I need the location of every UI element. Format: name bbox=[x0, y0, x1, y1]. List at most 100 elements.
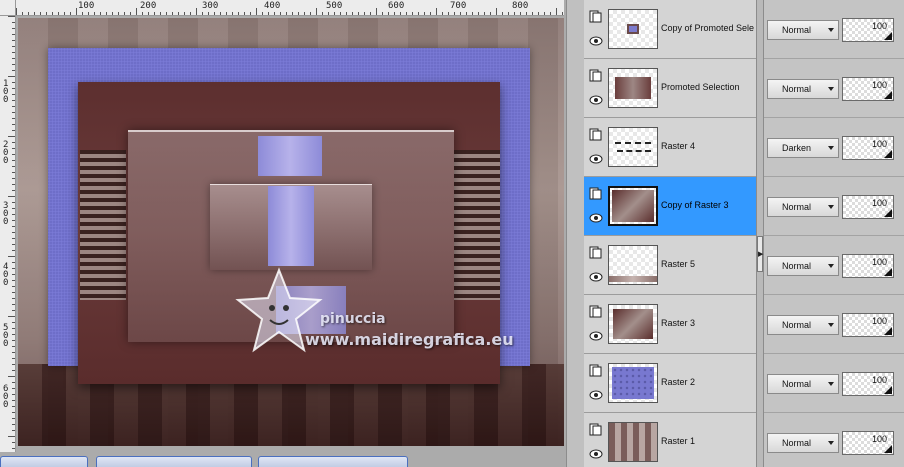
blend-mode-value: Normal bbox=[782, 261, 812, 271]
opacity-control[interactable]: 100 bbox=[842, 431, 894, 455]
layer-link-icon[interactable] bbox=[589, 364, 602, 377]
ruler-tick bbox=[178, 12, 179, 15]
layer-row[interactable]: Raster 5 bbox=[584, 236, 756, 295]
eye-icon[interactable] bbox=[589, 449, 603, 459]
blend-mode-dropdown[interactable]: Normal bbox=[767, 79, 839, 99]
layer-row[interactable]: Promoted Selection bbox=[584, 59, 756, 118]
image-right-decoration bbox=[454, 150, 500, 300]
layer-row[interactable]: Raster 4 bbox=[584, 118, 756, 177]
panel-splitter[interactable] bbox=[756, 0, 764, 467]
blend-mode-dropdown[interactable]: Normal bbox=[767, 197, 839, 217]
horizontal-ruler: 100 200 300 400 500 600 700 800 bbox=[16, 0, 564, 16]
ruler-tick bbox=[12, 130, 15, 131]
ruler-tick bbox=[220, 12, 221, 15]
ruler-tick bbox=[184, 12, 185, 15]
ruler-tick bbox=[286, 12, 287, 15]
canvas-image[interactable]: pinuccia www.maidiregrafica.eu bbox=[18, 18, 564, 446]
layer-link-icon[interactable] bbox=[589, 187, 602, 200]
blend-mode-dropdown[interactable]: Normal bbox=[767, 20, 839, 40]
chevron-down-icon bbox=[828, 146, 834, 150]
layer-link-icon[interactable] bbox=[589, 423, 602, 436]
ruler-tick bbox=[556, 8, 557, 15]
ruler-tick bbox=[136, 8, 137, 15]
ruler-tick bbox=[12, 418, 15, 419]
eye-icon[interactable] bbox=[589, 36, 603, 46]
ruler-tick bbox=[466, 12, 467, 15]
ruler-tick bbox=[12, 352, 15, 353]
ruler-tick bbox=[12, 304, 15, 305]
ruler-tick bbox=[12, 124, 15, 125]
eye-icon[interactable] bbox=[589, 154, 603, 164]
ruler-tick bbox=[12, 442, 15, 443]
ruler-tick bbox=[304, 12, 305, 15]
opacity-control[interactable]: 100 bbox=[842, 136, 894, 160]
ruler-tick bbox=[22, 12, 23, 15]
ruler-tick bbox=[346, 12, 347, 15]
layer-name: Raster 1 bbox=[661, 436, 696, 446]
opacity-control[interactable]: 100 bbox=[842, 372, 894, 396]
expand-arrow-icon[interactable]: ▶ bbox=[758, 250, 763, 258]
blend-mode-dropdown[interactable]: Normal bbox=[767, 256, 839, 276]
ruler-tick bbox=[12, 448, 15, 449]
layer-row[interactable]: Raster 1 bbox=[584, 413, 756, 467]
ruler-tick bbox=[12, 88, 15, 89]
ruler-tick bbox=[12, 274, 15, 275]
layer-link-icon[interactable] bbox=[589, 69, 602, 82]
opacity-control[interactable]: 100 bbox=[842, 77, 894, 101]
ruler-tick bbox=[12, 292, 15, 293]
ruler-tick bbox=[124, 12, 125, 15]
eye-icon[interactable] bbox=[589, 213, 603, 223]
blend-mode-dropdown[interactable]: Darken bbox=[767, 138, 839, 158]
ruler-tick bbox=[508, 12, 509, 15]
blend-mode-dropdown[interactable]: Normal bbox=[767, 374, 839, 394]
ruler-tick bbox=[190, 12, 191, 15]
blend-mode-dropdown[interactable]: Normal bbox=[767, 315, 839, 335]
eye-icon[interactable] bbox=[589, 95, 603, 105]
layer-name: Raster 2 bbox=[661, 377, 696, 387]
blend-mode-dropdown[interactable]: Normal bbox=[767, 433, 839, 453]
ruler-tick bbox=[12, 202, 15, 203]
layer-link-icon[interactable] bbox=[589, 128, 602, 141]
layer-row[interactable]: Raster 3 bbox=[584, 295, 756, 354]
opacity-control[interactable]: 100 bbox=[842, 18, 894, 42]
ruler-tick bbox=[46, 12, 47, 15]
ruler-tick bbox=[196, 8, 197, 15]
ruler-tick bbox=[244, 12, 245, 15]
layer-row[interactable]: Copy of Promoted Sele bbox=[584, 0, 756, 59]
ruler-label: 400 bbox=[3, 262, 9, 288]
document-tab[interactable] bbox=[96, 456, 252, 467]
layers-panel: Copy of Promoted Sele Promoted Selection R… bbox=[584, 0, 756, 467]
ruler-tick bbox=[238, 12, 239, 15]
document-tab[interactable] bbox=[0, 456, 88, 467]
eye-icon[interactable] bbox=[589, 272, 603, 282]
ruler-tick bbox=[154, 12, 155, 15]
ruler-tick bbox=[460, 12, 461, 15]
ruler-tick bbox=[268, 12, 269, 15]
opacity-slider-icon bbox=[884, 32, 892, 40]
ruler-tick bbox=[502, 12, 503, 15]
layer-link-icon[interactable] bbox=[589, 305, 602, 318]
layer-link-icon[interactable] bbox=[589, 10, 602, 23]
opacity-control[interactable]: 100 bbox=[842, 313, 894, 337]
ruler-tick bbox=[12, 430, 15, 431]
layer-row[interactable]: Copy of Raster 3 bbox=[584, 177, 756, 236]
chevron-down-icon bbox=[828, 323, 834, 327]
ruler-tick bbox=[12, 100, 15, 101]
ruler-tick bbox=[550, 12, 551, 15]
opacity-slider-icon bbox=[884, 445, 892, 453]
opacity-control[interactable]: 100 bbox=[842, 195, 894, 219]
opacity-control[interactable]: 100 bbox=[842, 254, 894, 278]
layer-name: Copy of Promoted Sele bbox=[661, 23, 755, 33]
canvas-scrollbar[interactable] bbox=[566, 0, 584, 467]
ruler-tick bbox=[166, 12, 167, 15]
layer-thumbnail bbox=[608, 363, 658, 403]
opacity-slider-icon bbox=[884, 209, 892, 217]
ruler-tick bbox=[538, 12, 539, 15]
layer-link-icon[interactable] bbox=[589, 246, 602, 259]
eye-icon[interactable] bbox=[589, 331, 603, 341]
layer-row[interactable]: Raster 2 bbox=[584, 354, 756, 413]
image-left-decoration bbox=[80, 150, 126, 300]
ruler-tick bbox=[12, 310, 15, 311]
document-tab[interactable] bbox=[258, 456, 408, 467]
eye-icon[interactable] bbox=[589, 390, 603, 400]
